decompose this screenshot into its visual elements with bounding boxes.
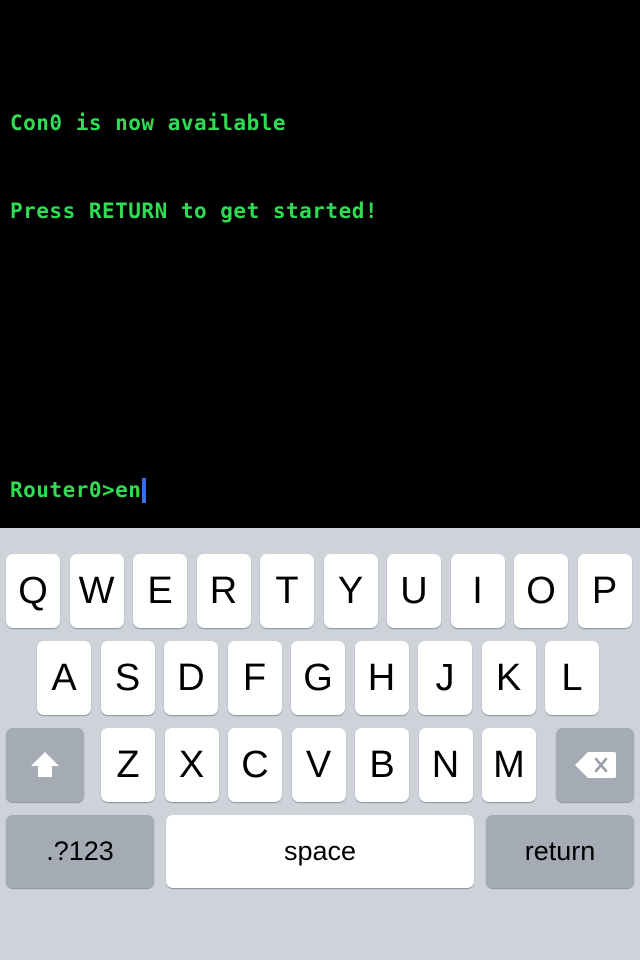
key-s[interactable]: S <box>100 641 155 715</box>
key-p[interactable]: P <box>577 554 632 628</box>
key-x[interactable]: X <box>164 728 219 802</box>
key-f[interactable]: F <box>227 641 282 715</box>
key-e[interactable]: E <box>133 554 187 628</box>
space-key[interactable]: space <box>166 815 474 888</box>
key-v[interactable]: V <box>291 728 346 802</box>
key-d[interactable]: D <box>164 641 218 715</box>
terminal-prompt-text: Router0>en <box>10 478 142 502</box>
terminal-line-available: Con0 is now available <box>10 111 287 135</box>
terminal-prompt-line[interactable]: Router0>en <box>10 477 147 503</box>
phone-screen: Con0 is now available Press RETURN to ge… <box>0 0 640 960</box>
key-n[interactable]: N <box>418 728 473 802</box>
terminal-output[interactable]: Con0 is now available Press RETURN to ge… <box>0 0 640 528</box>
key-i[interactable]: I <box>450 554 505 628</box>
key-g[interactable]: G <box>291 641 345 715</box>
numbers-mode-key[interactable]: .?123 <box>6 815 154 888</box>
key-r[interactable]: R <box>196 554 251 628</box>
key-h[interactable]: H <box>354 641 409 715</box>
key-y[interactable]: Y <box>323 554 378 628</box>
onscreen-keyboard[interactable]: QWERTYUIOP ASDFGHJKL ZXCVBNM .?123 space… <box>0 528 640 960</box>
key-o[interactable]: O <box>514 554 568 628</box>
key-q[interactable]: Q <box>6 554 60 628</box>
keyboard-row-4: .?123 space return <box>0 815 640 888</box>
key-z[interactable]: Z <box>101 728 155 802</box>
text-cursor <box>142 477 147 503</box>
key-u[interactable]: U <box>387 554 441 628</box>
keyboard-row-2: ASDFGHJKL <box>0 641 640 715</box>
backspace-key[interactable] <box>556 728 634 802</box>
keyboard-row-3: ZXCVBNM <box>0 728 640 802</box>
shift-arrow-icon <box>31 752 59 777</box>
key-t[interactable]: T <box>260 554 314 628</box>
key-k[interactable]: K <box>481 641 536 715</box>
key-c[interactable]: C <box>228 728 282 802</box>
key-m[interactable]: M <box>482 728 536 802</box>
key-j[interactable]: J <box>418 641 472 715</box>
terminal-line-press-return: Press RETURN to get started! <box>10 199 379 223</box>
key-w[interactable]: W <box>69 554 124 628</box>
key-a[interactable]: A <box>37 641 91 715</box>
shift-key[interactable] <box>6 728 84 802</box>
key-l[interactable]: L <box>545 641 599 715</box>
backspace-delete-icon <box>575 752 616 778</box>
key-b[interactable]: B <box>355 728 409 802</box>
return-key[interactable]: return <box>486 815 634 888</box>
keyboard-row-1: QWERTYUIOP <box>0 554 640 628</box>
